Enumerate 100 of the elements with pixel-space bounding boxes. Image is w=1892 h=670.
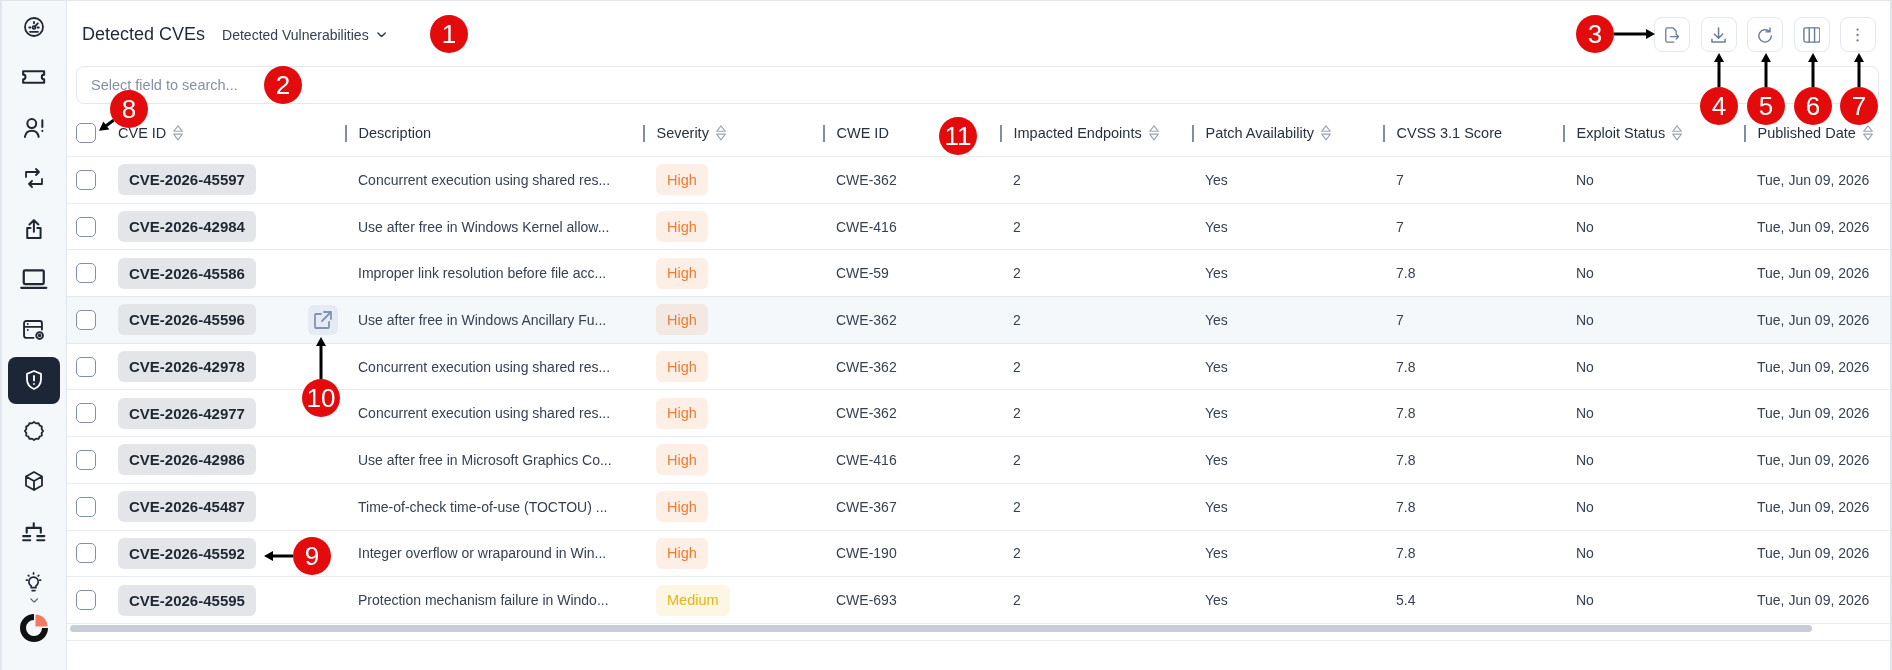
published-date-text: Tue, Jun 09, 2026 [1757, 218, 1870, 235]
cve-id-tag: CVE-2026-45586 [118, 257, 256, 289]
shield-alert-icon [26, 370, 42, 390]
cvss-score-text: 7.8 [1396, 405, 1416, 422]
callout-arrow [99, 119, 115, 131]
refresh-icon [1757, 26, 1773, 43]
cvss-score-text: 7.8 [1396, 498, 1416, 515]
description-text: Integer overflow or wraparound in Win... [358, 545, 607, 562]
row-checkbox[interactable] [76, 216, 96, 237]
column-header[interactable]: CVE ID [118, 125, 184, 141]
exploit-status-text: No [1576, 498, 1594, 515]
row-checkbox[interactable] [76, 169, 96, 190]
column-header[interactable]: Exploit Status [1576, 125, 1683, 141]
patch-availability-text: Yes [1205, 171, 1228, 188]
cube-icon [25, 471, 43, 491]
chevron-down-icon[interactable] [29, 597, 39, 603]
server-gear-icon [22, 319, 46, 340]
sort-icon [1148, 125, 1159, 141]
endpoint-count-text: 2 [1013, 358, 1021, 375]
patch-availability-text: Yes [1205, 545, 1228, 562]
row-checkbox[interactable] [76, 543, 96, 564]
callout-badge: 5 [1747, 87, 1785, 125]
row-checkbox[interactable] [76, 449, 96, 470]
columns-icon [1802, 26, 1821, 43]
callout-badge: 1 [430, 15, 468, 53]
export-button[interactable] [1654, 17, 1690, 52]
lightbulb-icon [25, 572, 43, 592]
callout-badge: 6 [1794, 87, 1832, 125]
cvss-score-text: 7 [1396, 218, 1404, 235]
sidebar-item[interactable] [8, 356, 60, 404]
sitemap-icon [22, 521, 46, 542]
description-text: Use after free in Microsoft Graphics Co... [358, 451, 612, 468]
open-link-button[interactable] [308, 304, 338, 335]
severity-tag: High [656, 491, 708, 523]
row-checkbox[interactable] [76, 590, 96, 611]
row-checkbox[interactable] [76, 309, 96, 330]
description-text: Concurrent execution using shared res... [358, 405, 611, 422]
patch-availability-text: Yes [1205, 265, 1228, 282]
callout-arrow [1808, 53, 1818, 87]
row-checkbox[interactable] [76, 496, 96, 517]
cwe-id-text: CWE-367 [836, 498, 897, 515]
callout-badge: 11 [939, 117, 977, 155]
exploit-status-text: No [1576, 311, 1594, 328]
column-header[interactable]: Impacted Endpoints [1013, 125, 1159, 141]
severity-tag: High [656, 397, 708, 429]
page-title: Detected CVEs [82, 24, 206, 45]
download-icon [1710, 26, 1727, 43]
row-checkbox[interactable] [76, 403, 96, 424]
endpoint-count-text: 2 [1013, 451, 1021, 468]
row-checkbox[interactable] [76, 356, 96, 377]
description-text: Protection mechanism failure in Windo... [358, 592, 609, 609]
description-text: Concurrent execution using shared res... [358, 171, 611, 188]
callout-badge: 8 [110, 90, 148, 128]
column-header[interactable]: Patch Availability [1205, 125, 1332, 141]
sort-icon [1862, 125, 1873, 141]
logo-icon[interactable] [19, 612, 49, 643]
horizontal-scrollbar[interactable] [70, 624, 1812, 632]
cvss-score-text: 7.8 [1396, 358, 1416, 375]
cvss-score-text: 7.8 [1396, 451, 1416, 468]
column-header[interactable]: Published Date [1757, 125, 1873, 141]
cve-id-tag: CVE-2026-45597 [118, 164, 256, 196]
seal-icon [24, 420, 44, 441]
endpoint-count-text: 2 [1013, 171, 1021, 188]
swap-arrows-icon [24, 168, 44, 188]
patch-availability-text: Yes [1205, 218, 1228, 235]
select-all-checkbox[interactable] [76, 123, 96, 143]
gauge-icon [24, 16, 44, 37]
view-dropdown[interactable]: Detected Vulnerabilities [222, 26, 386, 43]
cwe-id-text: CWE-416 [836, 451, 897, 468]
cwe-id-text: CWE-362 [836, 358, 897, 375]
description-text: Concurrent execution using shared res... [358, 358, 611, 375]
description-text: Use after free in Windows Kernel allow... [358, 218, 610, 235]
published-date-text: Tue, Jun 09, 2026 [1757, 311, 1870, 328]
columns-button[interactable] [1793, 17, 1830, 52]
callout-badge: 7 [1840, 87, 1878, 125]
patch-availability-text: Yes [1205, 498, 1228, 515]
file-export-icon [1664, 26, 1680, 43]
exploit-status-text: No [1576, 265, 1594, 282]
cvss-score-text: 7.8 [1396, 545, 1416, 562]
refresh-button[interactable] [1747, 17, 1783, 52]
cwe-id-text: CWE-416 [836, 218, 897, 235]
column-header: CWE ID [836, 125, 889, 141]
endpoint-count-text: 2 [1013, 405, 1021, 422]
callout-arrow [1761, 53, 1771, 87]
callout-badge: 9 [293, 537, 331, 575]
ticket-icon [22, 70, 46, 84]
description-text: Use after free in Windows Ancillary Fu... [358, 311, 607, 328]
severity-tag: High [656, 304, 708, 336]
callout-arrow [1614, 29, 1655, 39]
download-button[interactable] [1700, 17, 1737, 52]
published-date-text: Tue, Jun 09, 2026 [1757, 498, 1870, 515]
published-date-text: Tue, Jun 09, 2026 [1757, 405, 1870, 422]
cwe-id-text: CWE-190 [836, 545, 897, 562]
endpoint-count-text: 2 [1013, 265, 1021, 282]
callout-badge: 3 [1576, 15, 1614, 53]
endpoint-count-text: 2 [1013, 218, 1021, 235]
row-checkbox[interactable] [76, 263, 96, 284]
cwe-id-text: CWE-362 [836, 405, 897, 422]
column-header[interactable]: Severity [656, 125, 726, 141]
cve-id-tag: CVE-2026-42978 [118, 351, 256, 383]
